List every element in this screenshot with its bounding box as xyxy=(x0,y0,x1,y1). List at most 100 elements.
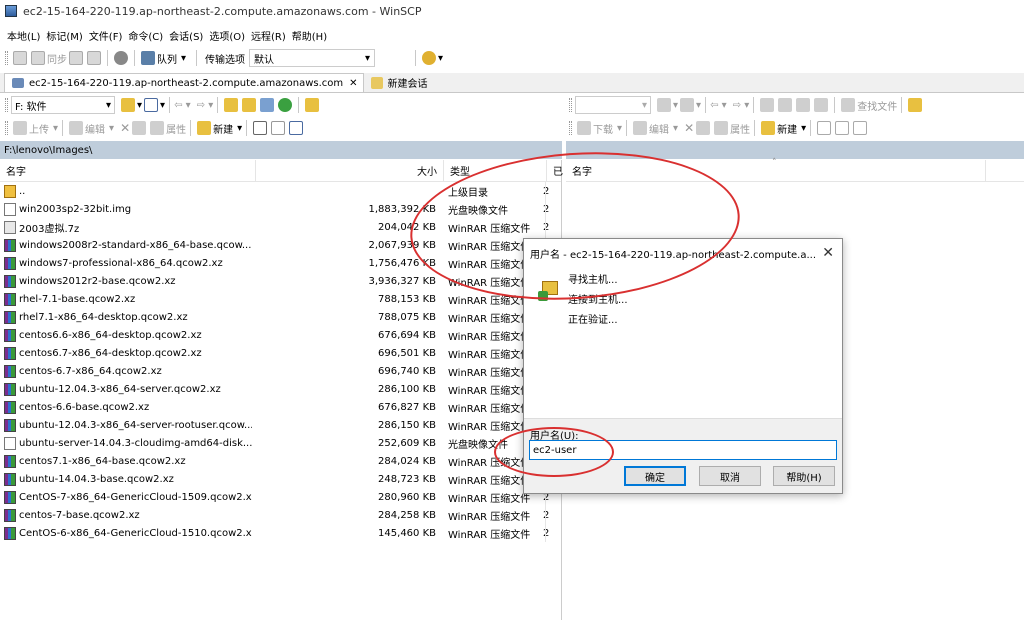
unselect-icon[interactable] xyxy=(271,121,286,135)
tree-icon[interactable] xyxy=(908,98,923,112)
upload-icon[interactable] xyxy=(13,121,27,135)
menu-item-1[interactable]: 标记(M) xyxy=(43,28,85,43)
file-row[interactable]: ubuntu-12.04.3-x86_64-server.qcow2.xz 286… xyxy=(0,380,561,398)
select-all-icon[interactable] xyxy=(253,121,268,135)
toolbar-grip[interactable] xyxy=(5,51,8,65)
compare-icon[interactable] xyxy=(13,51,27,65)
file-row[interactable]: centos7.1-x86_64-base.qcow2.xz 284,024 KB… xyxy=(0,452,561,470)
close-icon[interactable]: ✕ xyxy=(349,78,357,89)
delete-icon[interactable]: ✕ xyxy=(684,121,694,135)
delete-icon[interactable]: ✕ xyxy=(120,121,130,135)
upload-button[interactable]: 上传 xyxy=(29,121,49,136)
file-row[interactable]: centos6.6-x86_64-desktop.qcow2.xz 676,694… xyxy=(0,326,561,344)
menu-item-4[interactable]: 会话(S) xyxy=(166,28,206,43)
file-row[interactable]: 2003虚拟.7z 204,042 KB WinRAR 压缩文件 2 xyxy=(0,218,561,236)
menu-item-6[interactable]: 远程(R) xyxy=(248,28,289,43)
remote-dir-select[interactable]: ▾ xyxy=(575,96,651,114)
globe-icon[interactable] xyxy=(422,51,437,65)
file-row[interactable]: centos-6.6-base.qcow2.xz 676,827 KB WinRAR… xyxy=(0,398,561,416)
filter-icon[interactable] xyxy=(144,98,159,112)
parent-dir-icon[interactable] xyxy=(760,98,775,112)
username-input[interactable]: ec2-user xyxy=(529,440,837,460)
new-folder-icon[interactable] xyxy=(197,121,212,135)
close-icon[interactable]: ✕ xyxy=(822,245,834,261)
help-button[interactable]: 帮助(H) xyxy=(773,466,835,486)
filter-icon[interactable] xyxy=(680,98,695,112)
local-file-pane[interactable]: 名字 大小 类型 已 .. 上级目录 2 win2003sp2-32bit.img 1,… xyxy=(0,160,563,620)
local-drive-select[interactable]: F: 软件 ▾ xyxy=(11,96,115,114)
find-files-icon[interactable] xyxy=(841,98,856,112)
tree-icon[interactable] xyxy=(305,98,320,112)
edit-icon[interactable] xyxy=(633,121,648,135)
sync-browse-icon[interactable] xyxy=(69,51,83,65)
new-button[interactable]: 新建 xyxy=(777,121,797,136)
open-folder-icon[interactable] xyxy=(657,98,671,112)
col-name[interactable]: 名字 xyxy=(0,160,256,181)
find-files-button[interactable]: 查找文件 xyxy=(857,98,897,113)
rename-icon[interactable] xyxy=(132,121,147,135)
filter-select-icon[interactable] xyxy=(289,121,304,135)
tab-session[interactable]: ec2-15-164-220-119.ap-northeast-2.comput… xyxy=(4,73,364,92)
edit-button[interactable]: 编辑 xyxy=(85,121,105,136)
download-icon[interactable] xyxy=(577,121,591,135)
forward-icon[interactable]: ⇨ ▾ xyxy=(733,100,750,111)
menu-item-3[interactable]: 命令(C) xyxy=(125,28,166,43)
new-folder-icon[interactable] xyxy=(761,121,776,135)
menu-item-5[interactable]: 选项(O) xyxy=(206,28,248,43)
file-row[interactable]: rhel7.1-x86_64-desktop.qcow2.xz 788,075 K… xyxy=(0,308,561,326)
file-row[interactable]: centos-7-base.qcow2.xz 284,258 KB WinRAR 压… xyxy=(0,506,561,524)
menu-item-2[interactable]: 文件(F) xyxy=(86,28,126,43)
root-dir-icon[interactable] xyxy=(242,98,257,112)
filter-select-icon[interactable] xyxy=(853,121,868,135)
globe-dropdown-icon[interactable]: ▾ xyxy=(438,53,443,64)
tab-new-session[interactable]: 新建会话 xyxy=(364,73,433,92)
root-dir-icon[interactable] xyxy=(778,98,793,112)
edit-button[interactable]: 编辑 xyxy=(649,121,669,136)
forward-icon[interactable]: ⇨ ▾ xyxy=(197,100,214,111)
back-icon[interactable]: ⇦ ▾ xyxy=(174,100,191,111)
home-icon[interactable] xyxy=(260,98,275,112)
menu-item-0[interactable]: 本地(L) xyxy=(4,28,43,43)
file-row[interactable]: .. 上级目录 2 xyxy=(0,182,561,200)
download-button[interactable]: 下载 xyxy=(593,121,613,136)
queue-button[interactable]: 队列 xyxy=(157,51,177,66)
home-icon[interactable] xyxy=(796,98,811,112)
select-all-icon[interactable] xyxy=(817,121,832,135)
file-row[interactable]: ubuntu-server-14.04.3-cloudimg-amd64-dis… xyxy=(0,434,561,452)
file-row[interactable]: CentOS-6-x86_64-GenericCloud-1510.qcow2.… xyxy=(0,524,561,542)
col-type[interactable]: 类型 xyxy=(444,160,547,181)
properties-button[interactable]: 属性 xyxy=(730,121,750,136)
parent-dir-icon[interactable] xyxy=(224,98,239,112)
file-row[interactable]: win2003sp2-32bit.img 1,883,392 KB 光盘映像文件 2 xyxy=(0,200,561,218)
col-changed[interactable]: 已 xyxy=(547,160,563,181)
file-row[interactable]: CentOS-7-x86_64-GenericCloud-1509.qcow2.… xyxy=(0,488,561,506)
menu-item-7[interactable]: 帮助(H) xyxy=(289,28,330,43)
edit-icon[interactable] xyxy=(69,121,84,135)
refresh-icon[interactable] xyxy=(814,98,829,112)
properties-button[interactable]: 属性 xyxy=(166,121,186,136)
file-row[interactable]: centos-6.7-x86_64.qcow2.xz 696,740 KB WinR… xyxy=(0,362,561,380)
file-row[interactable]: windows2012r2-base.qcow2.xz 3,936,327 KB W… xyxy=(0,272,561,290)
gear-icon[interactable] xyxy=(114,51,128,65)
open-folder-icon[interactable] xyxy=(121,98,135,112)
queue-dropdown-icon[interactable]: ▾ xyxy=(181,53,186,64)
sync-icon[interactable] xyxy=(31,51,45,65)
properties-icon[interactable] xyxy=(714,121,729,135)
sync-button[interactable]: 同步 xyxy=(47,51,67,66)
new-button[interactable]: 新建 xyxy=(213,121,233,136)
file-row[interactable]: ubuntu-12.04.3-x86_64-server-rootuser.qc… xyxy=(0,416,561,434)
cancel-button[interactable]: 取消 xyxy=(699,466,761,486)
unselect-icon[interactable] xyxy=(835,121,850,135)
file-row[interactable]: windows7-professional-x86_64.qcow2.xz 1,7… xyxy=(0,254,561,272)
transfer-options-select[interactable]: 默认 ▾ xyxy=(249,49,376,67)
properties-icon[interactable] xyxy=(150,121,165,135)
file-row[interactable]: ubuntu-14.04.3-base.qcow2.xz 248,723 KB Wi… xyxy=(0,470,561,488)
find-icon[interactable] xyxy=(87,51,101,65)
refresh-icon[interactable] xyxy=(278,98,293,112)
ok-button[interactable]: 确定 xyxy=(624,466,686,486)
file-row[interactable]: centos6.7-x86_64-desktop.qcow2.xz 696,501… xyxy=(0,344,561,362)
rename-icon[interactable] xyxy=(696,121,711,135)
file-row[interactable]: rhel-7.1-base.qcow2.xz 788,153 KB WinRAR 压… xyxy=(0,290,561,308)
queue-icon[interactable] xyxy=(141,51,155,65)
file-row[interactable]: windows2008r2-standard-x86_64-base.qcow.… xyxy=(0,236,561,254)
